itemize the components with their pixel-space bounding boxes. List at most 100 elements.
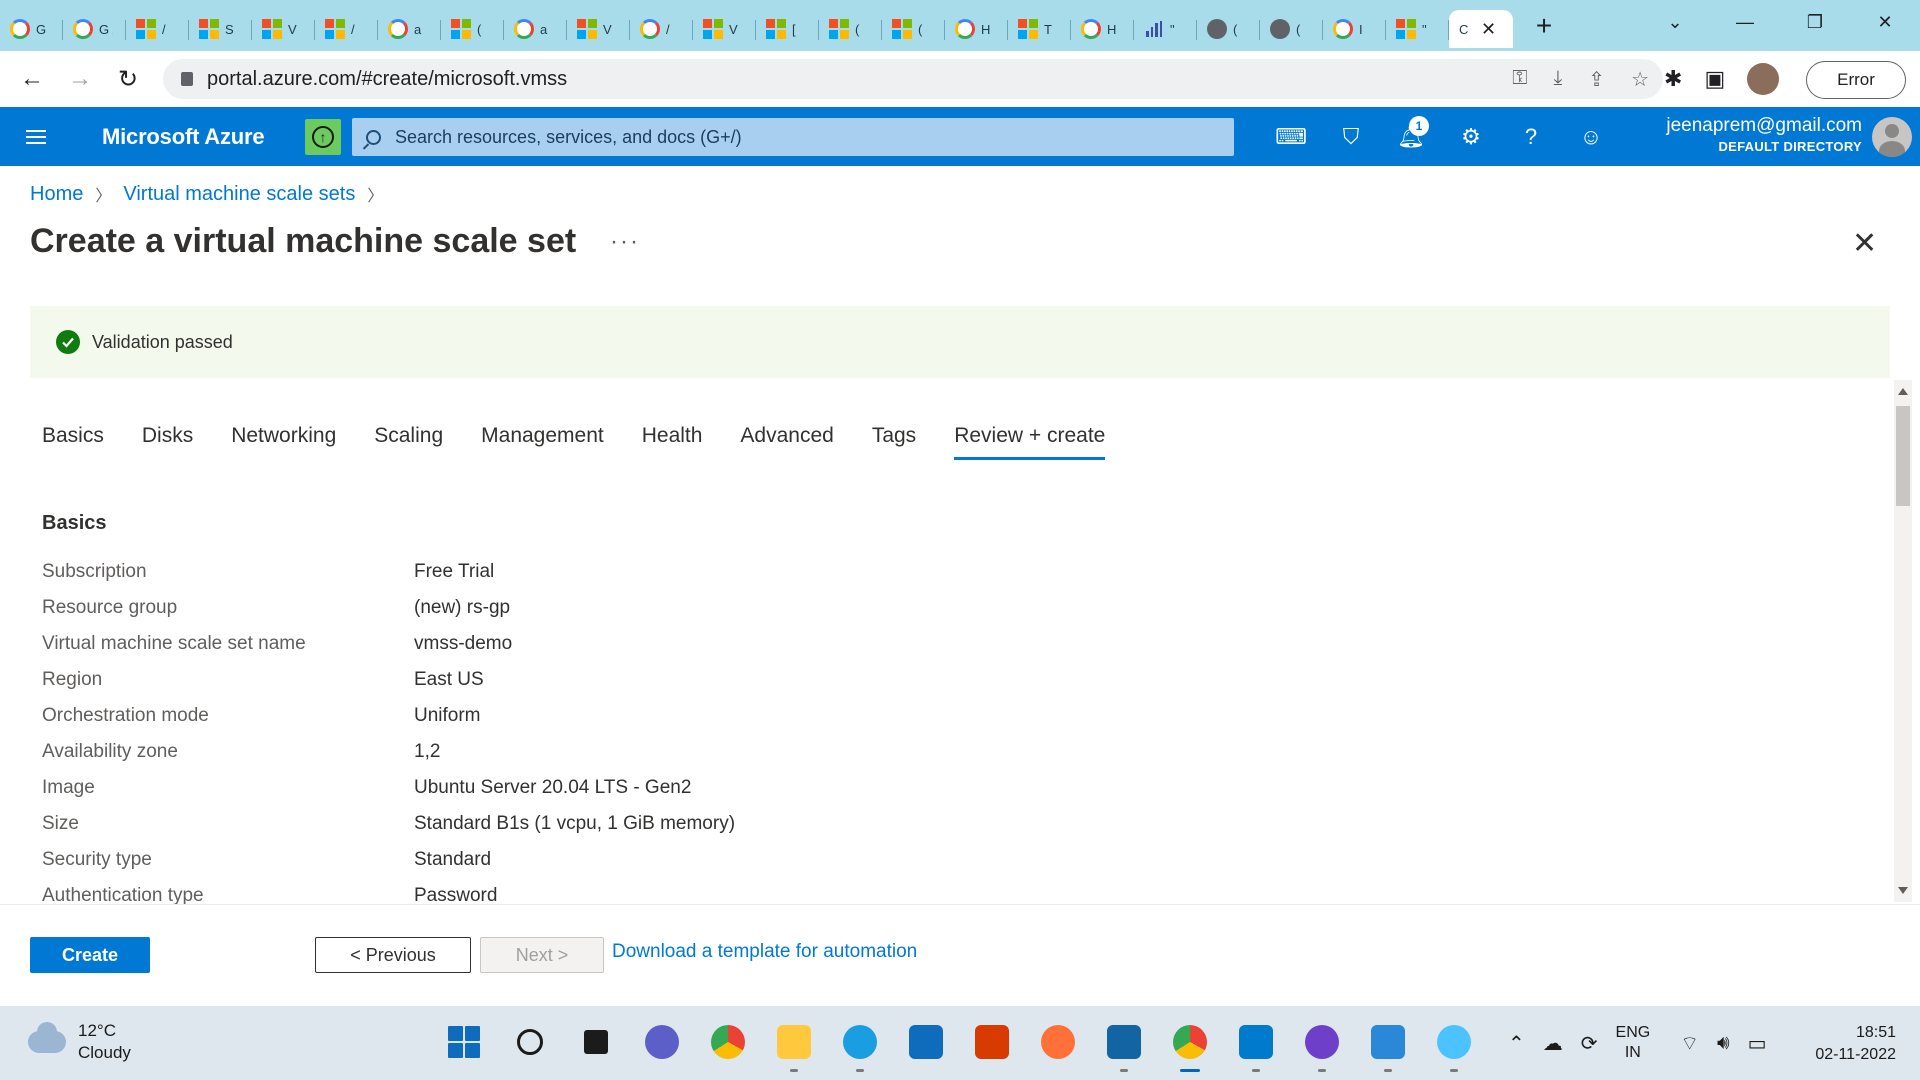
start-button[interactable]: [440, 1018, 488, 1066]
url-field[interactable]: portal.azure.com/#create/microsoft.vmss …: [163, 59, 1663, 99]
minimize-button[interactable]: —: [1710, 0, 1780, 44]
more-options-icon[interactable]: ···: [610, 228, 640, 256]
volume-icon[interactable]: 🔊︎: [1717, 1032, 1730, 1055]
browser-tab[interactable]: V: [567, 10, 630, 48]
tab-scaling[interactable]: Scaling: [374, 424, 443, 460]
browser-tab[interactable]: (: [819, 10, 882, 48]
content-scrollbar[interactable]: [1894, 380, 1912, 902]
weather-widget[interactable]: 12°C Cloudy: [28, 1020, 131, 1064]
browser-tab[interactable]: [: [756, 10, 819, 48]
sync-icon[interactable]: ⟳: [1581, 1031, 1598, 1056]
close-window-button[interactable]: ✕: [1850, 0, 1920, 44]
close-tab-icon[interactable]: ✕: [1481, 19, 1496, 40]
browser-tab[interactable]: G s: [0, 10, 63, 48]
profile-avatar[interactable]: [1747, 63, 1780, 95]
onedrive-icon[interactable]: ☁: [1543, 1031, 1563, 1056]
slack-icon[interactable]: [1100, 1018, 1148, 1072]
tab-management[interactable]: Management: [481, 424, 604, 460]
browser-tab[interactable]: H: [1071, 10, 1134, 48]
tab-search-icon[interactable]: ⌄: [1640, 0, 1710, 44]
wifi-icon[interactable]: ⌔: [1680, 1031, 1699, 1056]
office-icon[interactable]: [968, 1018, 1016, 1066]
browser-tab[interactable]: /: [630, 10, 693, 48]
browser-tab[interactable]: (: [1260, 10, 1323, 48]
photos-icon[interactable]: [1364, 1018, 1412, 1072]
directory-filter-icon[interactable]: ⛉: [1321, 107, 1381, 166]
browser-tab[interactable]: /: [126, 10, 189, 48]
browser-tab[interactable]: (: [1197, 10, 1260, 48]
tab-tags[interactable]: Tags: [872, 424, 916, 460]
breadcrumb-home[interactable]: Home: [30, 183, 83, 206]
tab-health[interactable]: Health: [642, 424, 703, 460]
previous-button[interactable]: < Previous: [315, 937, 471, 973]
browser-tab[interactable]: /: [315, 10, 378, 48]
file-explorer-icon[interactable]: [770, 1018, 818, 1072]
help-icon[interactable]: ?: [1501, 107, 1561, 166]
notifications-bell-icon[interactable]: 🔔︎ 1: [1381, 107, 1441, 166]
create-button[interactable]: Create: [30, 937, 150, 973]
paint-icon[interactable]: [1430, 1018, 1478, 1072]
breadcrumb-vmss[interactable]: Virtual machine scale sets: [123, 183, 355, 206]
upgrade-icon[interactable]: ↑: [305, 119, 341, 155]
tab-networking[interactable]: Networking: [231, 424, 336, 460]
browser-tab[interactable]: (: [441, 10, 504, 48]
azure-brand[interactable]: Microsoft Azure: [102, 124, 265, 150]
share-icon[interactable]: ⇪: [1588, 67, 1605, 92]
browser-tab[interactable]: T: [1008, 10, 1071, 48]
browser-tab[interactable]: V: [693, 10, 756, 48]
chrome-icon[interactable]: [704, 1018, 752, 1066]
new-tab-button[interactable]: +: [1521, 6, 1567, 46]
browser-tab[interactable]: H: [945, 10, 1008, 48]
battery-icon[interactable]: ▭: [1748, 1031, 1767, 1056]
browser-tab[interactable]: V: [252, 10, 315, 48]
taskbar-search-icon[interactable]: [506, 1018, 554, 1066]
tab-basics[interactable]: Basics: [42, 424, 104, 460]
cloud-shell-icon[interactable]: ⌨: [1261, 107, 1321, 166]
edge-icon[interactable]: [836, 1018, 884, 1072]
tab-advanced[interactable]: Advanced: [740, 424, 833, 460]
side-panel-icon[interactable]: ▣: [1704, 66, 1725, 92]
extensions-puzzle-icon[interactable]: ✱: [1664, 66, 1682, 92]
chevron-up-icon[interactable]: ⌃: [1508, 1031, 1525, 1056]
download-template-link[interactable]: Download a template for automation: [612, 941, 917, 963]
browser-tab[interactable]: a: [378, 10, 441, 48]
tab-review-create[interactable]: Review + create: [954, 424, 1106, 460]
task-view-icon[interactable]: [572, 1018, 620, 1066]
scrollbar-thumb[interactable]: [1896, 406, 1910, 506]
browser-tab[interactable]: I: [1323, 10, 1386, 48]
account-avatar[interactable]: [1872, 117, 1912, 157]
feedback-icon[interactable]: ☺: [1561, 107, 1621, 166]
browser-tab[interactable]: (: [882, 10, 945, 48]
hamburger-menu-icon[interactable]: [0, 129, 72, 144]
install-icon[interactable]: ⤓: [1553, 67, 1562, 92]
tab-disks[interactable]: Disks: [142, 424, 193, 460]
azure-search-input[interactable]: Search resources, services, and docs (G+…: [352, 118, 1234, 156]
back-button[interactable]: ←: [8, 59, 56, 99]
teams-chat-icon[interactable]: [638, 1018, 686, 1066]
forward-button[interactable]: →: [56, 59, 104, 99]
key-icon[interactable]: ⚿: [1512, 67, 1527, 92]
account-info[interactable]: jeenaprem@gmail.com DEFAULT DIRECTORY: [1666, 115, 1862, 154]
bookmark-star-icon[interactable]: ☆: [1631, 67, 1649, 92]
browser-tab[interactable]: ": [1134, 10, 1197, 48]
browser-tab[interactable]: a: [504, 10, 567, 48]
store-icon[interactable]: [902, 1018, 950, 1066]
chrome-profile-icon[interactable]: [1166, 1018, 1214, 1072]
scroll-up-icon[interactable]: [1898, 388, 1908, 395]
browser-tab[interactable]: G /: [63, 10, 126, 48]
browser-tab-active[interactable]: C ✕: [1449, 10, 1513, 48]
restore-button[interactable]: ❐: [1780, 0, 1850, 44]
reload-button[interactable]: ↻: [104, 59, 152, 99]
github-icon[interactable]: [1298, 1018, 1346, 1072]
scroll-down-icon[interactable]: [1898, 887, 1908, 894]
summary-label: Orchestration mode: [42, 705, 209, 726]
language-indicator[interactable]: ENG IN: [1616, 1023, 1651, 1063]
firefox-icon[interactable]: [1034, 1018, 1082, 1066]
close-blade-icon[interactable]: ✕: [1852, 226, 1877, 261]
browser-tab[interactable]: S: [189, 10, 252, 48]
error-button[interactable]: Error: [1806, 61, 1906, 99]
vscode-icon[interactable]: [1232, 1018, 1280, 1072]
clock[interactable]: 18:51 02-11-2022: [1815, 1022, 1896, 1066]
browser-tab[interactable]: ": [1386, 10, 1449, 48]
settings-gear-icon[interactable]: ⚙: [1441, 107, 1501, 166]
